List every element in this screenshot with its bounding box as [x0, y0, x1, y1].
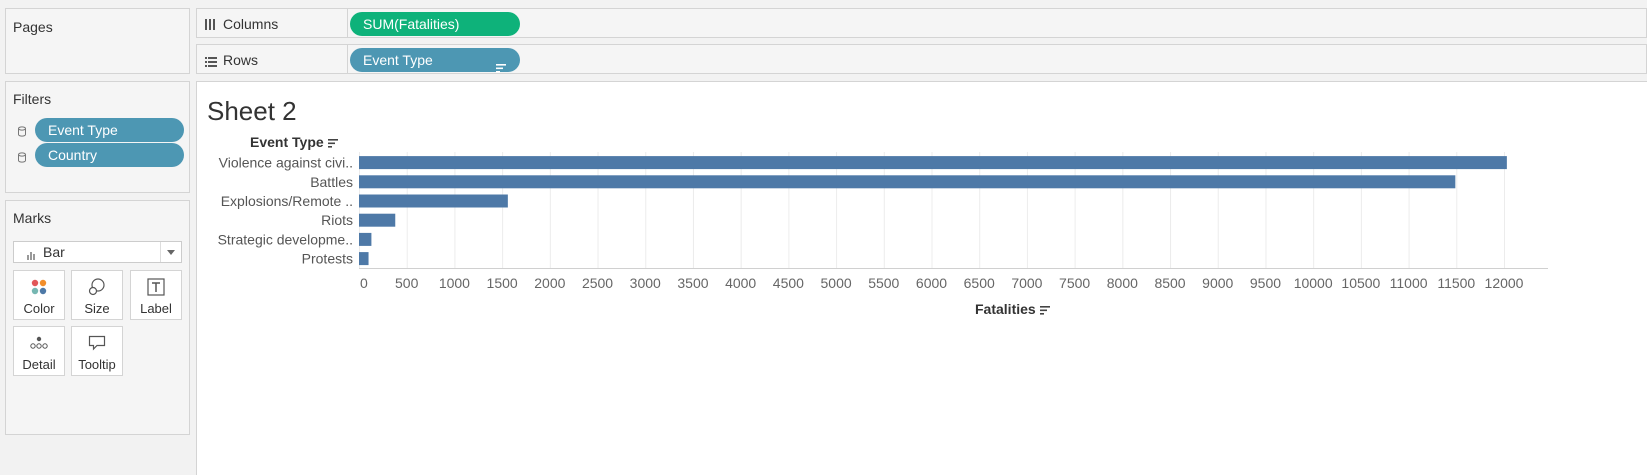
tick-label: 10500 [1341, 275, 1380, 291]
tick-label: 1000 [439, 275, 470, 291]
tick-label: 2500 [582, 275, 613, 291]
tick-label: 7000 [1011, 275, 1042, 291]
category-label: Protests [302, 251, 353, 267]
tick-label: 2000 [534, 275, 565, 291]
x-axis-title[interactable]: Fatalities [975, 301, 1050, 318]
bar[interactable] [359, 232, 372, 246]
sort-descending-icon [1039, 302, 1050, 318]
category-label: Riots [321, 212, 353, 228]
tick-label: 3000 [630, 275, 661, 291]
tick-label: 3500 [677, 275, 708, 291]
bar[interactable] [359, 156, 1507, 170]
tick-label: 9000 [1202, 275, 1233, 291]
tick-label: 1500 [487, 275, 518, 291]
tick-label: 11000 [1390, 275, 1428, 291]
tick-label: 12000 [1485, 275, 1524, 291]
tick-label: 5000 [821, 275, 852, 291]
tick-label: 500 [395, 275, 419, 291]
tick-label: 7500 [1059, 275, 1090, 291]
tick-label: 6000 [916, 275, 947, 291]
tick-label: 4500 [773, 275, 804, 291]
tick-label: 0 [360, 275, 368, 291]
tick-label: 8500 [1154, 275, 1185, 291]
tick-label: 8000 [1107, 275, 1138, 291]
bar[interactable] [359, 213, 396, 227]
tick-label: 9500 [1250, 275, 1281, 291]
tick-label: 10000 [1294, 275, 1333, 291]
bar[interactable] [359, 194, 508, 208]
category-label: Battles [310, 174, 353, 190]
tick-label: 5500 [868, 275, 899, 291]
x-axis-title-label: Fatalities [975, 301, 1036, 317]
category-label: Violence against civi.. [219, 155, 353, 171]
tick-label: 4000 [725, 275, 756, 291]
bar[interactable] [359, 252, 369, 266]
bar-chart: Violence against civi.. Battles Explosions… [218, 152, 1548, 291]
category-label: Strategic developme.. [218, 231, 353, 247]
tick-label: 11500 [1437, 275, 1475, 291]
tick-label: 6500 [964, 275, 995, 291]
category-label: Explosions/Remote .. [221, 193, 353, 209]
bar[interactable] [359, 175, 1456, 189]
